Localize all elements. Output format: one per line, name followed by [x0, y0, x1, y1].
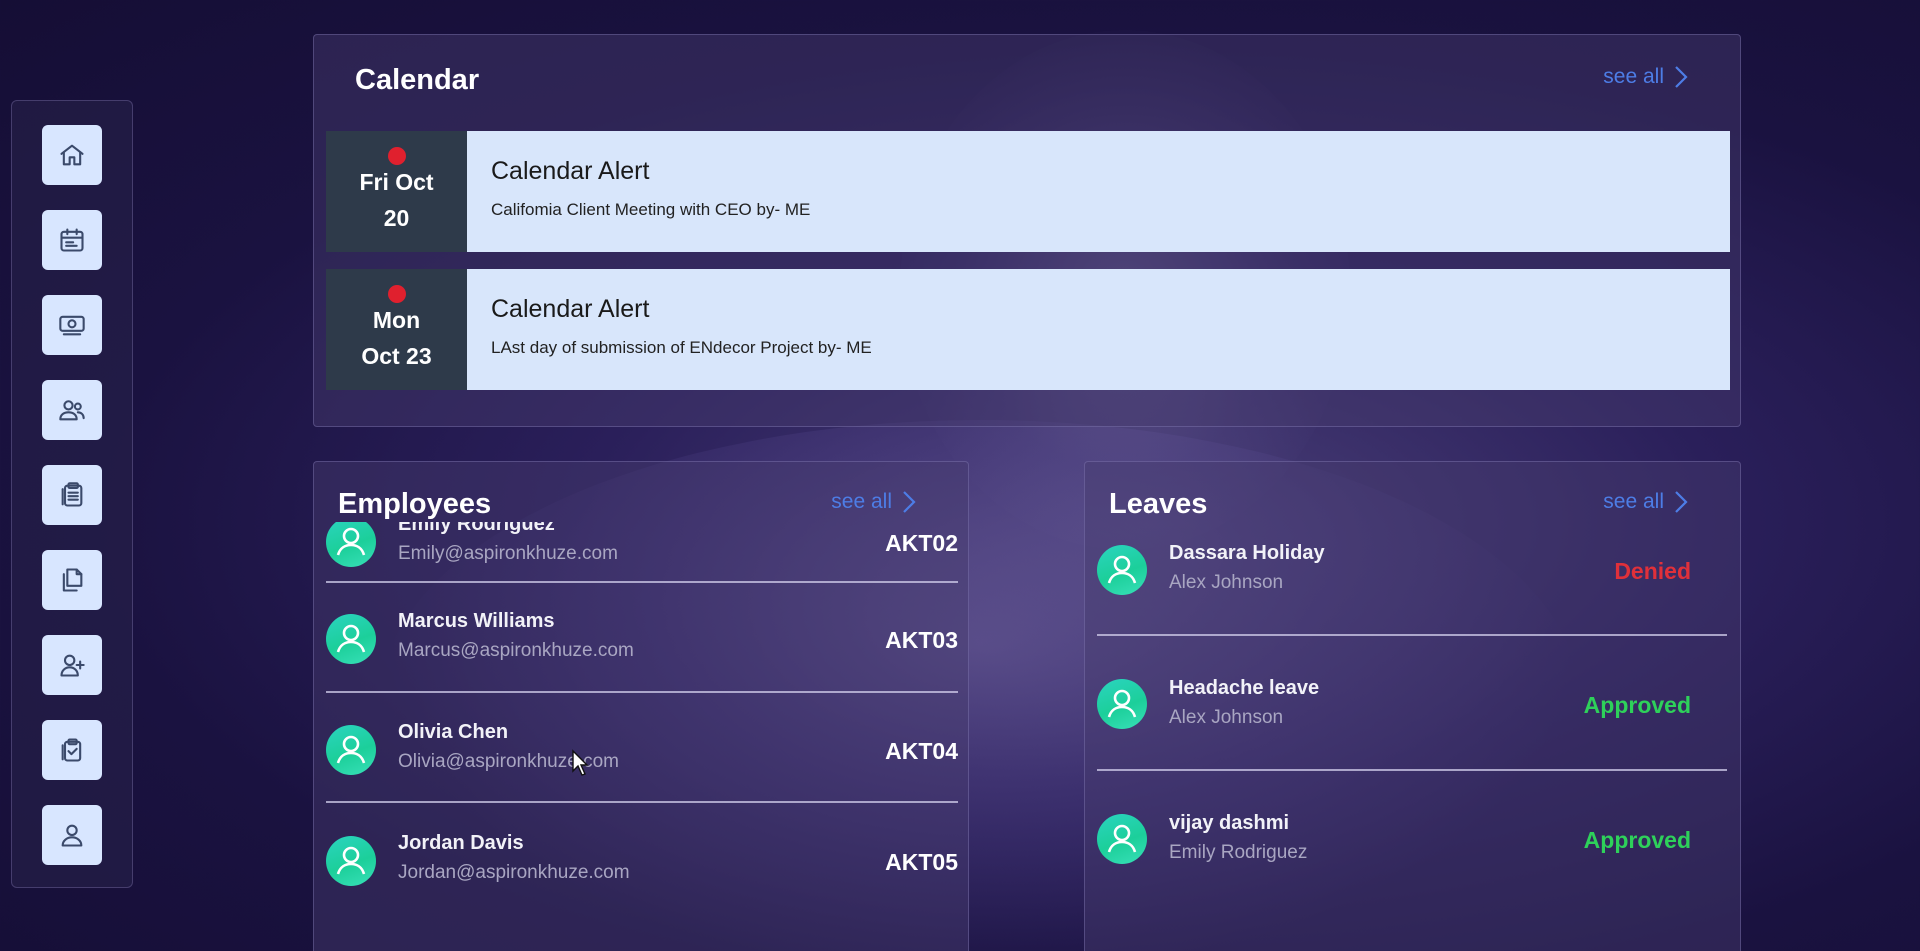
list-item[interactable]: Headache leave Alex Johnson Approved: [1097, 636, 1727, 771]
leave-title: Dassara Holiday: [1169, 542, 1325, 564]
status-badge: Denied: [1614, 558, 1691, 584]
sidebar-item-add-user[interactable]: [42, 635, 102, 695]
event-date-line1: Mon: [372, 306, 421, 333]
avatar: [326, 614, 376, 664]
event-description: LAst day of submission of ENdecor Projec…: [491, 338, 872, 357]
status-badge: Approved: [1583, 827, 1691, 853]
sidebar-item-employees[interactable]: [42, 380, 102, 440]
avatar: [326, 522, 376, 567]
calendar-see-all-link[interactable]: see all: [1603, 65, 1688, 89]
avatar: [1097, 814, 1147, 864]
user-avatar-icon: [336, 846, 366, 875]
sidebar-item-home[interactable]: [42, 125, 102, 185]
user-avatar-icon: [1107, 555, 1137, 584]
list-item[interactable]: Emily Rodriguez Emily@aspironkhuze.com A…: [326, 522, 958, 583]
user-plus-icon: [60, 654, 85, 677]
employee-id: AKT05: [885, 849, 958, 875]
leave-person: Alex Johnson: [1169, 707, 1284, 728]
leave-person: Emily Rodriguez: [1169, 842, 1308, 863]
sidebar-item-calendar[interactable]: [42, 210, 102, 270]
list-item[interactable]: Jordan Davis Jordan@aspironkhuze.com AKT…: [326, 803, 958, 913]
money-icon: [59, 315, 85, 336]
list-item[interactable]: Olivia Chen Olivia@aspironkhuze.com AKT0…: [326, 693, 958, 803]
avatar: [1097, 679, 1147, 729]
user-avatar-icon: [336, 527, 366, 556]
employee-name: Marcus Williams: [398, 610, 555, 632]
event-description: Califomia Client Meeting with CEO by- ME: [491, 200, 811, 219]
leaves-panel: Leaves see all Dassara Holiday Alex John…: [1084, 461, 1741, 951]
event-date-line2: 20: [383, 204, 410, 231]
sidebar-item-tasks[interactable]: [42, 720, 102, 780]
employee-name: Emily Rodriguez: [398, 522, 555, 535]
employee-email: Emily@aspironkhuze.com: [398, 543, 618, 564]
list-item[interactable]: vijay dashmi Emily Rodriguez Approved: [1097, 771, 1727, 906]
home-icon: [60, 144, 84, 166]
employees-title: Employees: [338, 488, 492, 520]
event-date-line1: Fri Oct: [359, 168, 434, 195]
employee-name: Jordan Davis: [398, 832, 524, 854]
leave-title: Headache leave: [1169, 677, 1320, 699]
chevron-right-icon: [902, 490, 916, 514]
sidebar-item-profile[interactable]: [42, 805, 102, 865]
mouse-cursor-icon: [572, 749, 589, 776]
alert-dot: [388, 147, 406, 165]
employee-id: AKT04: [885, 738, 958, 764]
calendar-event[interactable]: Mon Oct 23 Calendar Alert LAst day of su…: [326, 269, 1730, 390]
user-avatar-icon: [1107, 689, 1137, 718]
sidebar: [11, 100, 133, 888]
sidebar-item-payroll[interactable]: [42, 295, 102, 355]
user-avatar-icon: [1107, 824, 1137, 853]
leave-person: Alex Johnson: [1169, 572, 1284, 593]
alert-dot: [388, 285, 406, 303]
list-item[interactable]: Dassara Holiday Alex Johnson Denied: [1097, 501, 1727, 636]
leave-title: vijay dashmi: [1169, 812, 1290, 834]
avatar: [326, 725, 376, 775]
clipboard-list-icon: [61, 482, 83, 507]
avatar: [1097, 545, 1147, 595]
event-date: Fri Oct 20: [326, 131, 467, 252]
event-body: Calendar Alert LAst day of submission of…: [467, 269, 1730, 390]
employee-email: Marcus@aspironkhuze.com: [398, 640, 634, 661]
event-title: Calendar Alert: [491, 295, 650, 323]
status-badge: Approved: [1583, 692, 1691, 718]
employees-see-all-link[interactable]: see all: [831, 490, 916, 514]
avatar: [326, 836, 376, 886]
calendar-title: Calendar: [355, 64, 480, 96]
event-date-line2: Oct 23: [361, 342, 432, 369]
user-avatar-icon: [336, 624, 366, 653]
employee-id: AKT03: [885, 627, 958, 653]
employees-panel: Employees see all Emily Rodriguez Emily@…: [313, 461, 969, 951]
list-item[interactable]: Marcus Williams Marcus@aspironkhuze.com …: [326, 583, 958, 693]
clipboard-check-icon: [61, 738, 82, 762]
users-icon: [59, 400, 85, 421]
employee-id: AKT02: [885, 530, 958, 556]
chevron-right-icon: [1674, 65, 1688, 89]
event-date: Mon Oct 23: [326, 269, 467, 390]
copy-icon: [62, 568, 83, 592]
calendar-icon: [60, 228, 84, 252]
user-avatar-icon: [336, 735, 366, 764]
see-all-label: see all: [831, 490, 892, 513]
employee-name: Olivia Chen: [398, 721, 509, 743]
sidebar-item-files[interactable]: [42, 550, 102, 610]
employee-email: Jordan@aspironkhuze.com: [398, 862, 630, 883]
sidebar-item-documents[interactable]: [42, 465, 102, 525]
event-body: Calendar Alert Califomia Client Meeting …: [467, 131, 1730, 252]
see-all-label: see all: [1603, 65, 1664, 88]
user-icon: [61, 824, 83, 847]
calendar-event[interactable]: Fri Oct 20 Calendar Alert Califomia Clie…: [326, 131, 1730, 252]
event-title: Calendar Alert: [491, 157, 650, 185]
employee-list[interactable]: Emily Rodriguez Emily@aspironkhuze.com A…: [326, 522, 958, 951]
calendar-panel: Calendar see all Fri Oct 20 Calendar Ale…: [313, 34, 1741, 427]
